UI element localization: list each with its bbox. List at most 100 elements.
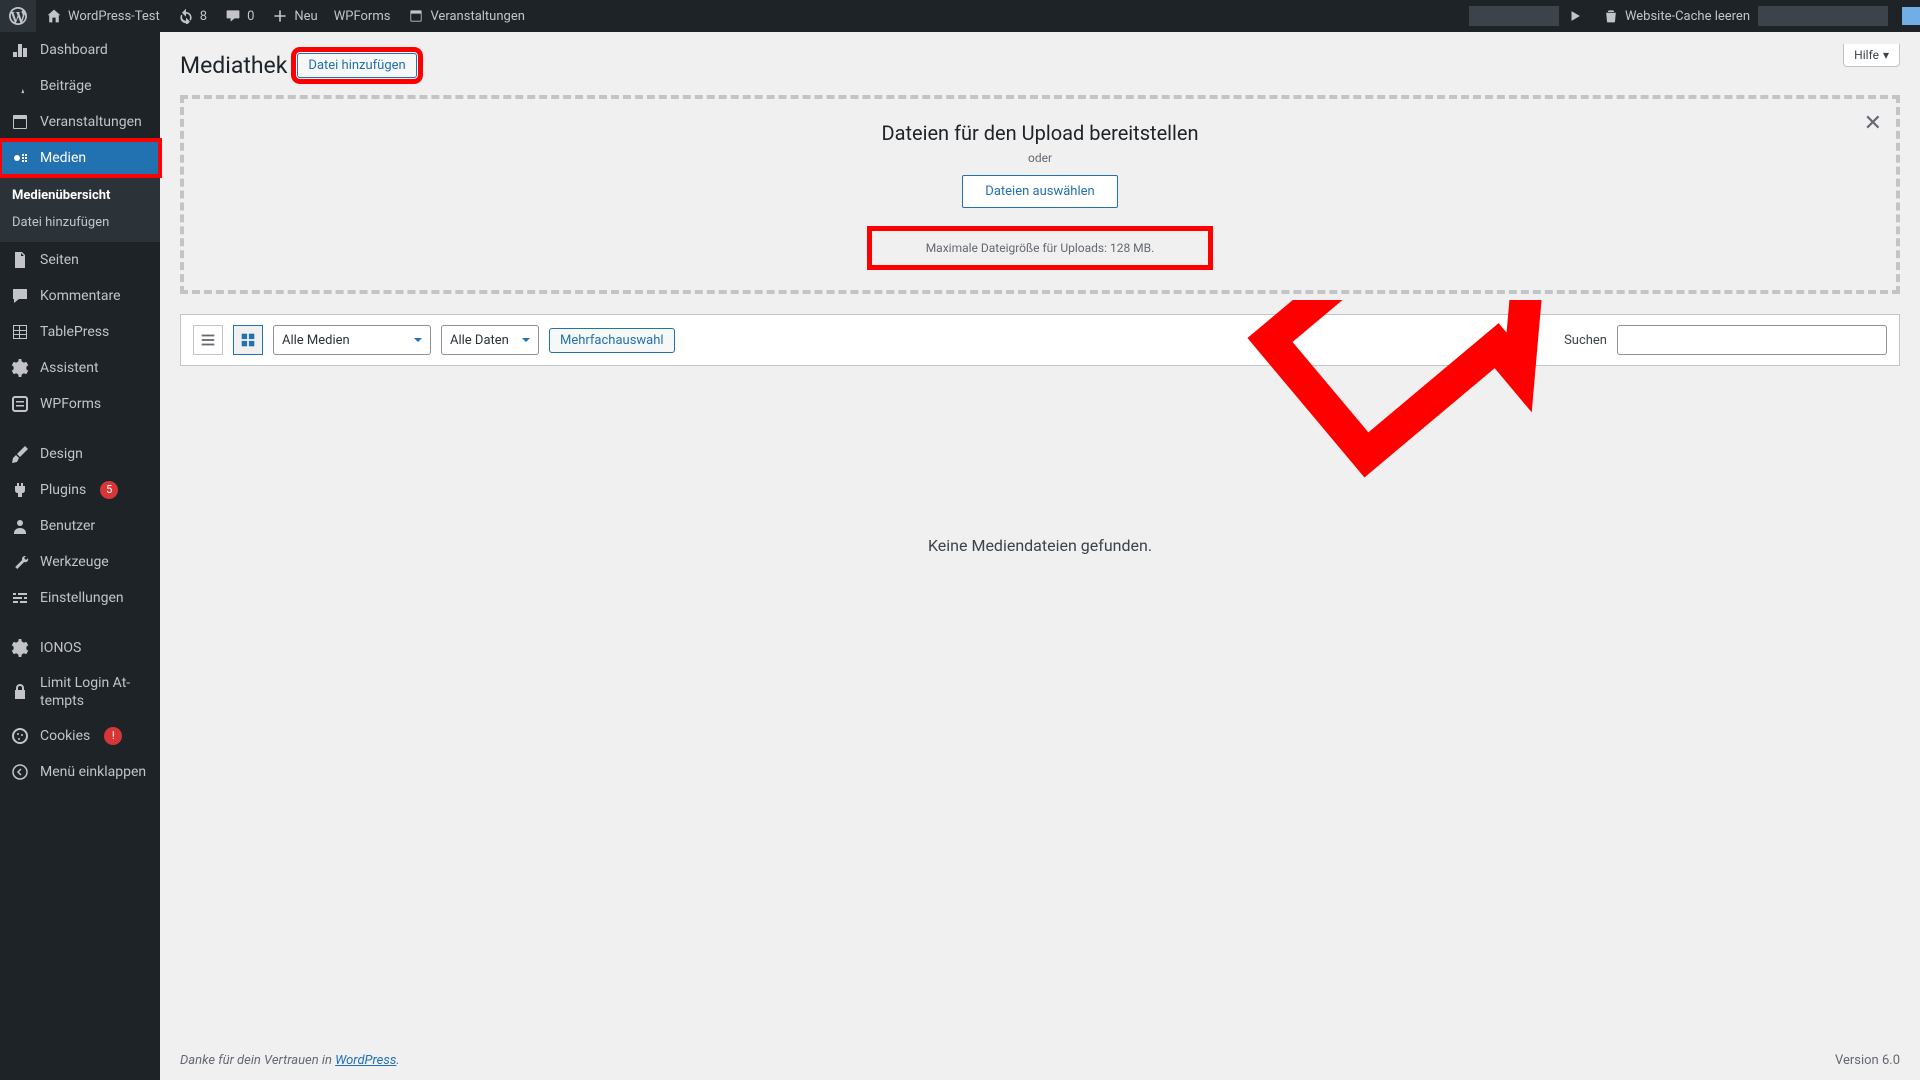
chevron-down-icon: ▾ <box>1883 48 1889 62</box>
sidebar-label: Beiträge <box>40 77 92 95</box>
close-dropzone-button[interactable]: ✕ <box>1864 111 1882 136</box>
footer-thanks-prefix: Danke für dein Vertrauen in <box>180 1053 335 1068</box>
comments[interactable]: 0 <box>215 0 262 32</box>
site-name[interactable]: WordPress-Test <box>36 0 168 32</box>
sidebar-item-posts[interactable]: Beiträge <box>0 68 160 104</box>
sidebar-item-cookies[interactable]: Cookies ! <box>0 718 160 754</box>
bulk-select-button[interactable]: Mehrfachauswahl <box>549 328 675 353</box>
plus-icon <box>270 6 290 26</box>
sidebar-item-users[interactable]: Benutzer <box>0 508 160 544</box>
list-view-button[interactable] <box>193 325 223 355</box>
user-icon <box>10 516 30 536</box>
sidebar-label: Kommentare <box>40 287 121 305</box>
sidebar-item-plugins[interactable]: Plugins 5 <box>0 472 160 508</box>
comments-count: 0 <box>247 9 254 24</box>
page-header: Mediathek Datei hinzufügen <box>180 52 1900 79</box>
comment-icon <box>223 6 243 26</box>
sidebar-item-tools[interactable]: Werkzeuge <box>0 544 160 580</box>
page-icon <box>10 250 30 270</box>
sidebar-label: Einstellungen <box>40 589 124 607</box>
ab-wpforms[interactable]: WPForms <box>326 0 399 32</box>
sidebar-label: Limit Login At-tempts <box>40 674 150 710</box>
ab-input-2[interactable] <box>1758 6 1888 26</box>
footer-wordpress-link[interactable]: WordPress <box>335 1053 396 1068</box>
play-icon[interactable] <box>1565 6 1585 26</box>
sidebar-item-design[interactable]: Design <box>0 436 160 472</box>
sidebar-item-assistant[interactable]: Assistent <box>0 350 160 386</box>
list-icon <box>199 331 217 349</box>
media-type-filter[interactable]: Alle Medien <box>273 325 431 355</box>
sidebar-item-events[interactable]: Veranstaltungen <box>0 104 160 140</box>
sidebar-label: Cookies <box>40 727 90 745</box>
sidebar-label: Plugins <box>40 481 86 499</box>
wp-logo[interactable] <box>0 0 36 32</box>
ab-events-label: Veranstaltungen <box>430 9 524 24</box>
search-label: Suchen <box>1564 333 1607 348</box>
date-filter[interactable]: Alle Daten <box>441 325 539 355</box>
sidebar-item-pages[interactable]: Seiten <box>0 242 160 278</box>
upload-dropzone[interactable]: ✕ Dateien für den Upload bereitstellen o… <box>180 95 1900 294</box>
plugins-badge: 5 <box>100 481 118 499</box>
max-upload-size: Maximale Dateigröße für Uploads: 128 MB. <box>867 226 1214 270</box>
media-toolbar: Alle Medien Alle Daten Mehrfachauswahl S… <box>180 314 1900 366</box>
sidebar-label: Seiten <box>40 251 79 269</box>
ab-wpforms-label: WPForms <box>334 9 391 24</box>
media-icon <box>10 148 30 168</box>
help-label: Hilfe <box>1854 48 1879 62</box>
plugin-icon <box>10 480 30 500</box>
sidebar-label: Menü einklappen <box>40 763 146 781</box>
submenu-media-add[interactable]: Datei hinzufügen <box>0 209 160 236</box>
date-filter-value: Alle Daten <box>450 333 509 348</box>
sidebar-label: TablePress <box>40 323 109 341</box>
sidebar-label: Dashboard <box>40 41 108 59</box>
user-avatar[interactable] <box>1902 7 1920 25</box>
close-icon: ✕ <box>1864 111 1882 136</box>
sidebar-item-wpforms[interactable]: WPForms <box>0 386 160 422</box>
ab-input-1[interactable] <box>1469 6 1559 26</box>
gear-icon <box>10 638 30 658</box>
dropzone-or: oder <box>184 151 1896 165</box>
updates[interactable]: 8 <box>168 0 215 32</box>
pin-icon <box>10 76 30 96</box>
sidebar-item-tablepress[interactable]: TablePress <box>0 314 160 350</box>
updates-count: 8 <box>200 9 207 24</box>
sidebar-item-comments[interactable]: Kommentare <box>0 278 160 314</box>
sidebar-collapse[interactable]: Menü einklappen <box>0 754 160 790</box>
sidebar-item-dashboard[interactable]: Dashboard <box>0 32 160 68</box>
grid-icon <box>239 331 257 349</box>
form-icon <box>10 394 30 414</box>
cache-label: Website-Cache leeren <box>1625 9 1750 24</box>
sidebar-label: Benutzer <box>40 517 95 535</box>
sliders-icon <box>10 588 30 608</box>
lock-icon <box>10 682 30 702</box>
calendar-icon <box>406 6 426 26</box>
sidebar-item-settings[interactable]: Einstellungen <box>0 580 160 616</box>
add-file-button[interactable]: Datei hinzufügen <box>297 53 416 78</box>
dashboard-icon <box>10 40 30 60</box>
page-footer: Danke für dein Vertrauen in WordPress. V… <box>160 1041 1920 1080</box>
sidebar-label: Werkzeuge <box>40 553 109 571</box>
home-icon <box>44 6 64 26</box>
sidebar-item-ionos[interactable]: IONOS <box>0 630 160 666</box>
media-type-value: Alle Medien <box>282 333 350 348</box>
new-content[interactable]: Neu <box>262 0 325 32</box>
empty-state-message: Keine Mediendateien gefunden. <box>180 536 1900 555</box>
cache-clear[interactable]: Website-Cache leeren <box>1593 0 1758 32</box>
ab-events[interactable]: Veranstaltungen <box>398 0 532 32</box>
sidebar-item-limit-login[interactable]: Limit Login At-tempts <box>0 666 160 718</box>
select-files-button[interactable]: Dateien auswählen <box>962 175 1117 208</box>
page-title: Mediathek <box>180 52 287 79</box>
cookie-icon <box>10 726 30 746</box>
admin-bar: WordPress-Test 8 0 Neu WPForms <box>0 0 1920 32</box>
calendar-icon <box>10 112 30 132</box>
new-label: Neu <box>294 9 317 24</box>
media-submenu: Medienübersicht Datei hinzufügen <box>0 176 160 242</box>
help-toggle[interactable]: Hilfe ▾ <box>1843 44 1900 67</box>
wordpress-icon <box>8 6 28 26</box>
sidebar-item-media[interactable]: Medien <box>0 140 160 176</box>
grid-view-button[interactable] <box>233 325 263 355</box>
submenu-media-overview[interactable]: Medienübersicht <box>0 182 160 209</box>
search-input[interactable] <box>1617 325 1887 355</box>
sidebar-label: Design <box>40 445 83 463</box>
collapse-icon <box>10 762 30 782</box>
